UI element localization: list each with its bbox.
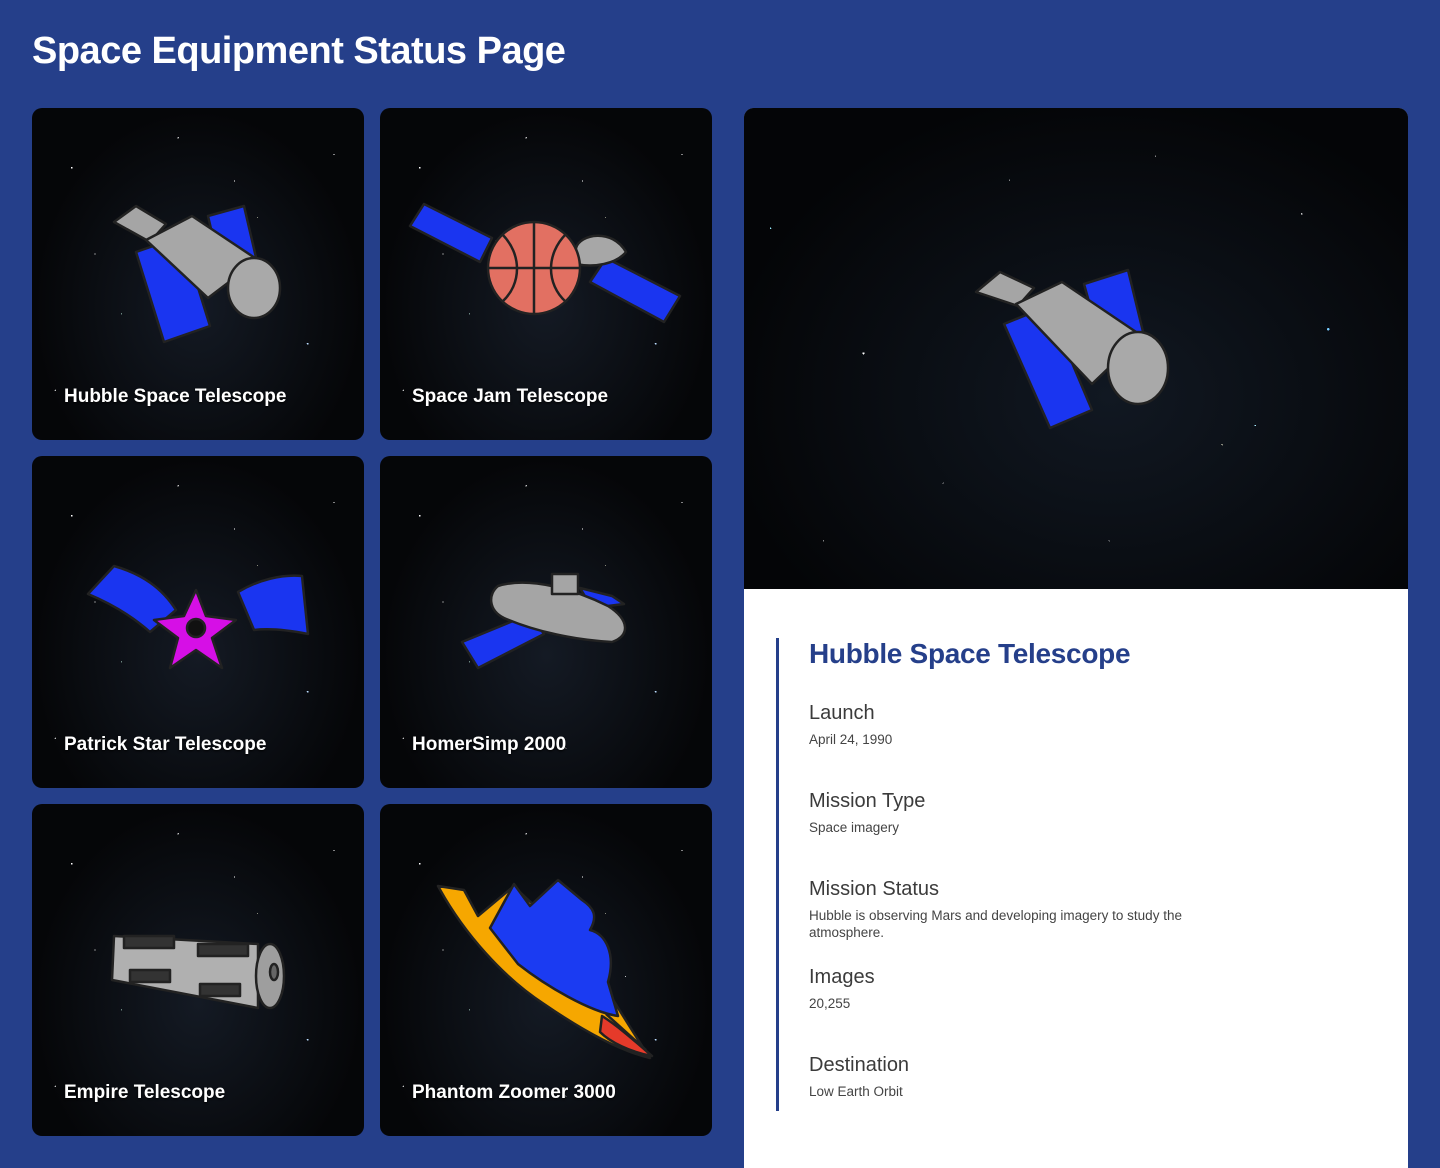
field-mission-type: Mission Type Space imagery	[809, 790, 1229, 836]
equipment-card-phantom-zoomer[interactable]: Phantom Zoomer 3000	[380, 804, 712, 1136]
card-label: Patrick Star Telescope	[64, 734, 267, 755]
field-launch: Launch April 24, 1990	[809, 702, 1229, 748]
field-value: April 24, 1990	[809, 732, 893, 747]
card-label: Space Jam Telescope	[412, 386, 609, 407]
field-value: 20,255	[809, 996, 851, 1011]
field-destination: Destination Low Earth Orbit	[809, 1054, 1229, 1100]
card-label: Hubble Space Telescope	[64, 386, 287, 407]
field-images: Images 20,255	[809, 966, 1229, 1012]
detail-hero-image	[744, 108, 1408, 589]
field-mission-status: Mission Status Hubble is observing Mars …	[809, 878, 1229, 941]
field-value: Hubble is observing Mars and developing …	[809, 908, 1182, 940]
field-label: Destination	[809, 1054, 910, 1076]
equipment-card-hubble[interactable]: Hubble Space Telescope	[32, 108, 364, 440]
field-label: Launch	[809, 702, 875, 724]
equipment-grid: Hubble Space Telescope Space Jam Telesco…	[32, 108, 712, 1136]
field-label: Mission Type	[809, 790, 926, 812]
equipment-card-space-jam[interactable]: Space Jam Telescope	[380, 108, 712, 440]
field-label: Images	[809, 966, 875, 988]
equipment-card-patrick-star[interactable]: Patrick Star Telescope	[32, 456, 364, 788]
detail-info: Hubble Space Telescope Launch April 24, …	[776, 638, 1376, 1111]
detail-title: Hubble Space Telescope	[809, 638, 1131, 669]
card-label: Phantom Zoomer 3000	[412, 1082, 616, 1103]
detail-panel: Hubble Space Telescope Launch April 24, …	[744, 108, 1408, 1168]
field-label: Mission Status	[809, 878, 940, 900]
equipment-card-homersimp[interactable]: HomerSimp 2000	[380, 456, 712, 788]
card-label: HomerSimp 2000	[412, 734, 567, 755]
field-value: Low Earth Orbit	[809, 1084, 903, 1099]
equipment-card-empire[interactable]: Empire Telescope	[32, 804, 364, 1136]
card-label: Empire Telescope	[64, 1082, 226, 1103]
page-title: Space Equipment Status Page	[32, 30, 566, 72]
hubble-telescope-icon	[974, 268, 1170, 430]
field-value: Space imagery	[809, 820, 900, 835]
